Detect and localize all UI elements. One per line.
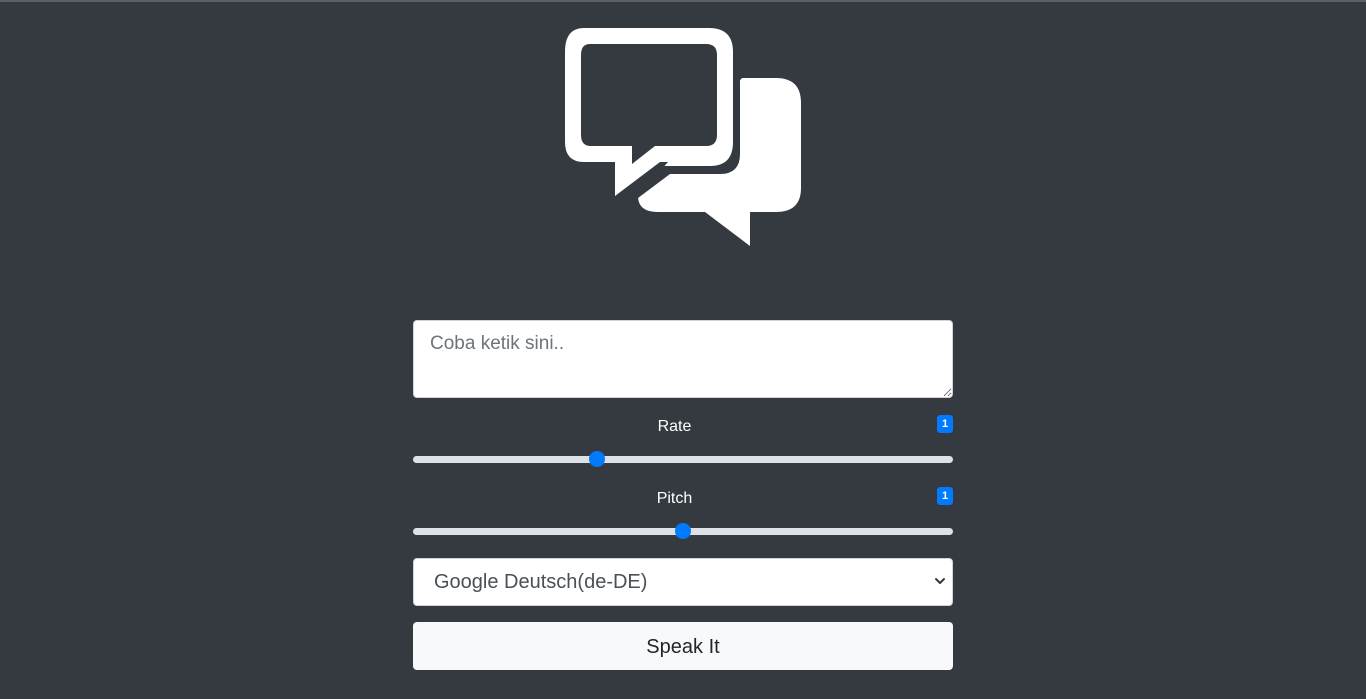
rate-value-badge: 1 — [937, 415, 953, 433]
rate-label: Rate — [657, 418, 692, 435]
voice-select[interactable]: Google Deutsch(de-DE) — [413, 558, 953, 606]
pitch-label: Pitch — [656, 490, 693, 507]
rate-slider-thumb[interactable] — [588, 451, 605, 467]
speech-form — [413, 320, 953, 398]
pitch-slider-thumb[interactable] — [675, 523, 691, 539]
window-top-border — [0, 0, 1366, 2]
pitch-slider[interactable] — [413, 523, 953, 539]
speak-button[interactable]: Speak It — [413, 622, 953, 670]
rate-slider[interactable] — [413, 451, 953, 467]
chevron-down-icon — [935, 578, 945, 584]
chat-bubbles-icon — [565, 28, 801, 246]
rate-slider-track[interactable] — [413, 456, 953, 463]
pitch-value-badge: 1 — [937, 487, 953, 505]
text-input[interactable] — [413, 320, 953, 398]
voice-select-value: Google Deutsch(de-DE) — [434, 571, 648, 593]
